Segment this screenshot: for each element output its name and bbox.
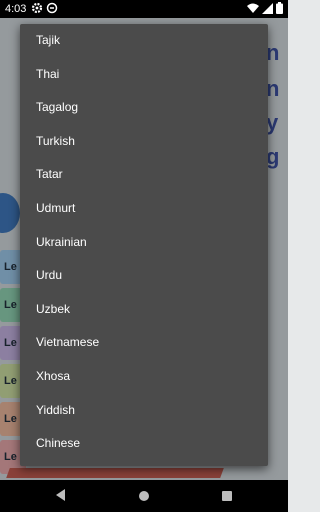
menu-item-ukrainian[interactable]: Ukrainian: [20, 226, 268, 260]
cell-signal-icon: [262, 2, 273, 17]
menu-item-tajik[interactable]: Tajik: [20, 24, 268, 58]
menu-item-vietnamese[interactable]: Vietnamese: [20, 326, 268, 360]
status-time: 4:03: [5, 3, 27, 15]
back-icon[interactable]: [54, 488, 66, 507]
wifi-icon: [247, 3, 259, 17]
gear-icon: [31, 2, 43, 17]
home-icon[interactable]: [138, 489, 150, 507]
language-dropdown-menu: Tajik Thai Tagalog Turkish Tatar Udmurt …: [20, 24, 268, 466]
menu-item-xhosa[interactable]: Xhosa: [20, 360, 268, 394]
menu-item-turkish[interactable]: Turkish: [20, 125, 268, 159]
navigation-bar: [0, 480, 288, 512]
menu-item-tatar[interactable]: Tatar: [20, 158, 268, 192]
status-bar: 4:03: [0, 0, 288, 18]
menu-item-urdu[interactable]: Urdu: [20, 259, 268, 293]
menu-item-udmurt[interactable]: Udmurt: [20, 192, 268, 226]
menu-item-thai[interactable]: Thai: [20, 58, 268, 92]
menu-item-uzbek[interactable]: Uzbek: [20, 293, 268, 327]
menu-item-tagalog[interactable]: Tagalog: [20, 91, 268, 125]
sync-icon: [46, 2, 58, 17]
menu-item-chinese[interactable]: Chinese: [20, 427, 268, 461]
menu-item-yiddish[interactable]: Yiddish: [20, 394, 268, 428]
recents-icon[interactable]: [221, 489, 233, 507]
battery-icon: [276, 2, 283, 17]
